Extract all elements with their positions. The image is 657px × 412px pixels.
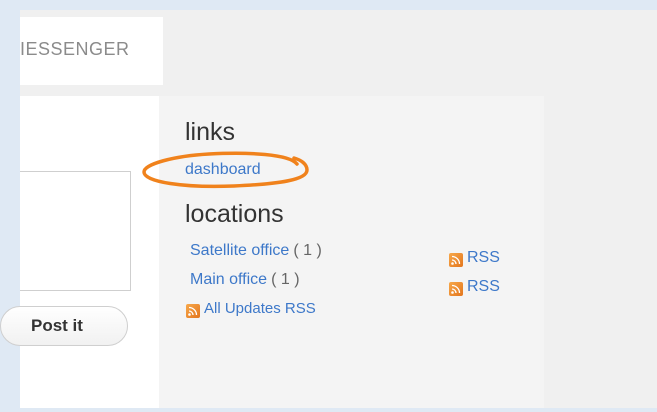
all-updates-rss[interactable]: All Updates RSS xyxy=(186,300,316,318)
links-heading: links xyxy=(185,118,236,146)
location-row: Main office( 1 ) xyxy=(190,271,300,289)
location-count: ( 1 ) xyxy=(293,242,322,259)
location-link-main-office[interactable]: Main office xyxy=(190,271,267,288)
location-link-satellite-office[interactable]: Satellite office xyxy=(190,242,289,259)
post-it-button[interactable]: Post it xyxy=(0,306,128,346)
sidebar-panel: links dashboard locations Satellite offi… xyxy=(142,96,544,408)
location-rss[interactable]: RSS xyxy=(449,278,500,296)
rss-feed-icon xyxy=(449,253,463,267)
rss-feed-icon xyxy=(186,303,200,318)
location-row: Satellite office( 1 ) xyxy=(190,242,322,260)
locations-heading: locations xyxy=(185,200,284,228)
location-count: ( 1 ) xyxy=(271,271,300,288)
rss-link[interactable]: RSS xyxy=(467,249,500,267)
header-tab: IESSENGER xyxy=(20,17,163,85)
dashboard-link[interactable]: dashboard xyxy=(185,161,261,179)
compose-panel: Post it xyxy=(0,96,159,408)
app-title: IESSENGER xyxy=(20,39,130,59)
rss-feed-icon xyxy=(449,282,463,296)
location-rss[interactable]: RSS xyxy=(449,249,500,267)
all-updates-rss-link[interactable]: All Updates RSS xyxy=(204,300,316,317)
post-textarea[interactable] xyxy=(20,171,131,291)
rss-link[interactable]: RSS xyxy=(467,278,500,296)
